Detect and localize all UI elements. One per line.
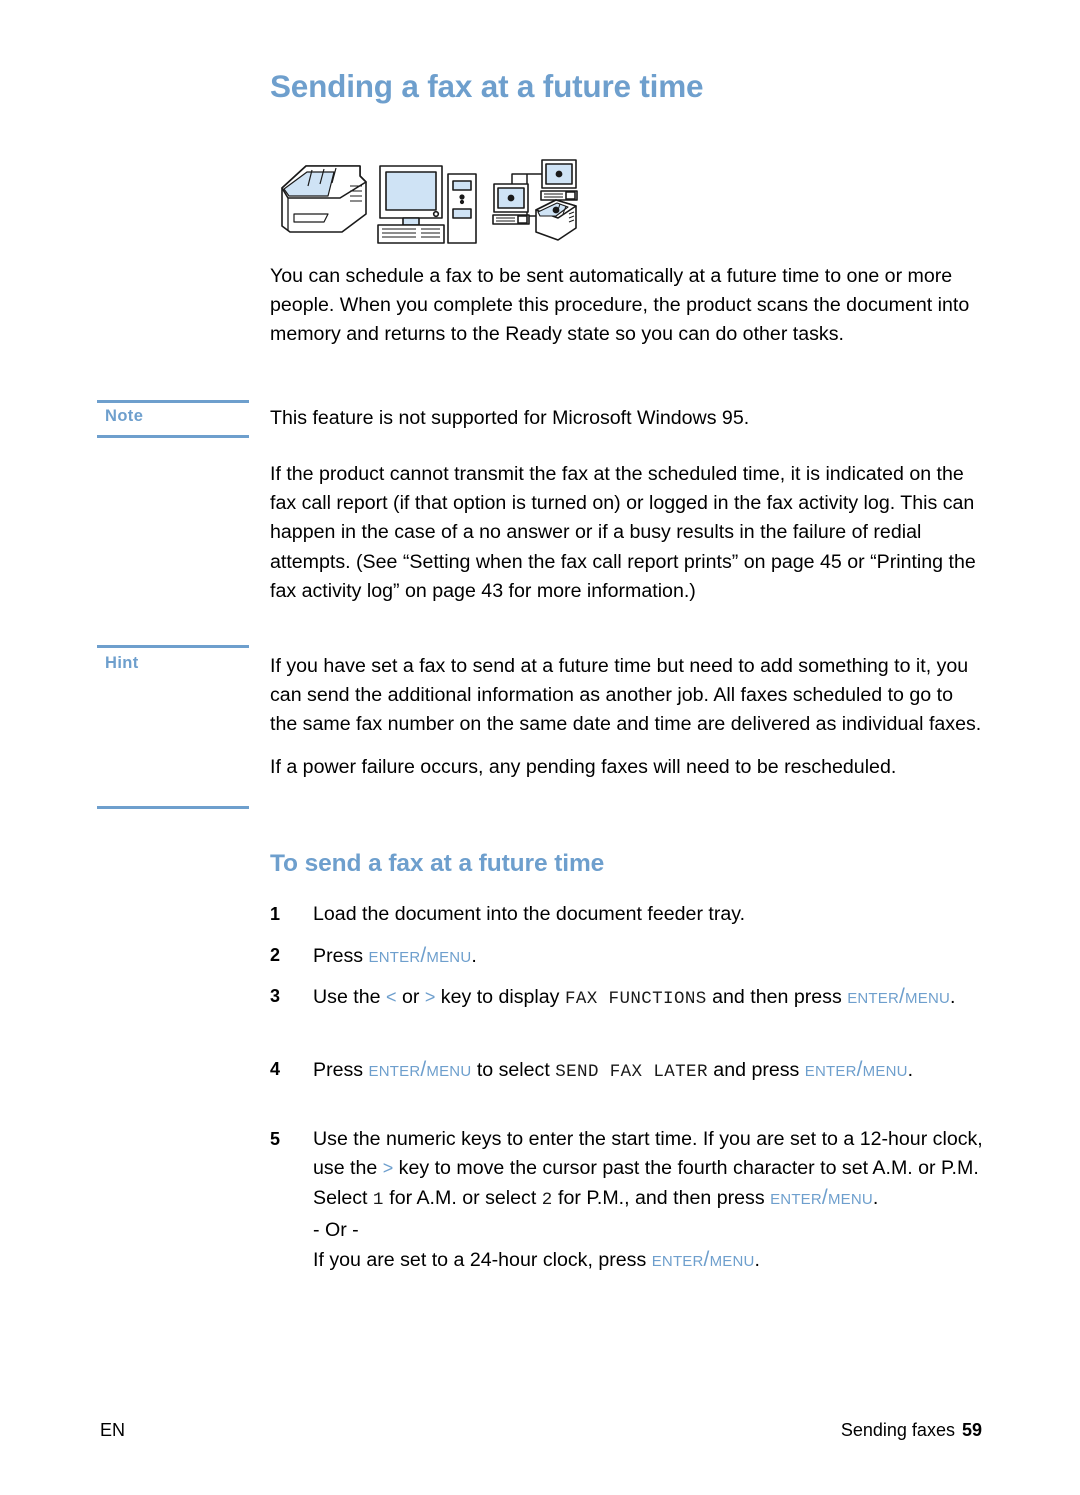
lcd-display-text: 2 [541, 1190, 553, 1211]
hint-rule-top [97, 645, 249, 648]
step-number: 5 [270, 1129, 281, 1149]
enter-menu-key-label: Enter/Menu [368, 944, 472, 967]
step-text-run: and press [707, 1059, 805, 1081]
footer-page-number: 59 [961, 1420, 982, 1440]
hint-paragraph-2: If a power failure occurs, any pending f… [270, 756, 897, 778]
enter-menu-key-label: Enter/Menu [804, 1058, 908, 1081]
enter-menu-key-label: Enter/Menu [847, 985, 951, 1008]
step-text-run: Load the document into the document feed… [313, 903, 746, 925]
step-text-run: Press [313, 945, 369, 967]
footer-section-label: Sending faxes [840, 1420, 955, 1440]
footer-language: EN [100, 1420, 126, 1440]
note-rule-bottom [97, 435, 249, 438]
lcd-display-text: SEND FAX LATER [555, 1062, 708, 1082]
step-text: Load the document into the document feed… [313, 900, 985, 929]
step-text-run: and then press [706, 986, 848, 1008]
lcd-display-text: 1 [372, 1190, 384, 1211]
desktop-computer-icon [377, 165, 477, 244]
step-text-run: . [907, 1059, 914, 1081]
step-text-run: for A.M. or select [383, 1187, 542, 1210]
printer-fax-icon [281, 165, 367, 233]
step-text-run: . [950, 986, 956, 1008]
step-text: Press Enter/Menu. [313, 941, 985, 971]
step-2: 2 Press Enter/Menu. [270, 941, 985, 971]
step-4: 4 Press Enter/Menu to select SEND FAX LAT… [270, 1055, 985, 1087]
step-text-run: key to display [435, 986, 565, 1008]
hint-label: Hint [105, 654, 139, 672]
arrow-key-label: > [382, 1158, 394, 1179]
step-text-run: . [471, 945, 477, 967]
step-text-run: . [872, 1187, 879, 1210]
step-1: 1 Load the document into the document fee… [270, 900, 985, 929]
note-paragraph: This feature is not supported for Micros… [270, 407, 750, 429]
step-3: 3 Use the < or > key to display FAX FUNCT… [270, 982, 985, 1014]
document-page: Sending a fax at a future time You can s… [0, 0, 1080, 1495]
step-number: 2 [270, 945, 281, 965]
step-text-run: or [396, 986, 425, 1008]
networked-computers-printer-icon [492, 159, 578, 241]
step-text: Use the < or > key to display FAX FUNCTI… [313, 982, 985, 1014]
arrow-key-label: > [424, 987, 436, 1007]
step-text: Use the numeric keys to enter the start … [313, 1125, 985, 1275]
note-rule-top [97, 400, 249, 403]
step-number: 1 [270, 904, 281, 924]
step-5: 5 Use the numeric keys to enter the start… [270, 1125, 985, 1275]
page-title: Sending a fax at a future time [270, 68, 704, 104]
intro-paragraph: You can schedule a fax to be sent automa… [270, 265, 970, 346]
fax-computer-network-illustration [272, 152, 582, 247]
step-text-run: - Or - [313, 1218, 359, 1241]
step-text-run: If you are set to a 24-hour clock, press [313, 1248, 652, 1271]
step-number: 4 [270, 1059, 281, 1079]
step-text-run: to select [471, 1059, 556, 1081]
arrow-key-label: < [385, 987, 397, 1007]
enter-menu-key-label: Enter/Menu [368, 1058, 472, 1081]
step-text-run: . [754, 1248, 760, 1271]
procedure-heading: To send a fax at a future time [270, 850, 605, 877]
step-text-run: Use the [313, 986, 386, 1008]
footer-section-and-page: Sending faxes 59 [841, 1420, 982, 1441]
scheduled-time-failure-paragraph: If the product cannot transmit the fax a… [270, 463, 976, 602]
step-text: Press Enter/Menu to select SEND FAX LATE… [313, 1055, 985, 1087]
lcd-display-text: FAX FUNCTIONS [564, 989, 707, 1009]
step-text-run: Press [313, 1059, 369, 1081]
hint-rule-bottom [97, 806, 249, 809]
note-label: Note [105, 407, 144, 425]
step-number: 3 [270, 986, 281, 1006]
step-text-run: for P.M., and then press [552, 1187, 771, 1210]
enter-menu-key-label: Enter/Menu [651, 1247, 755, 1271]
hint-paragraph-1: If you have set a fax to send at a futur… [270, 655, 982, 736]
enter-menu-key-label: Enter/Menu [770, 1186, 873, 1210]
